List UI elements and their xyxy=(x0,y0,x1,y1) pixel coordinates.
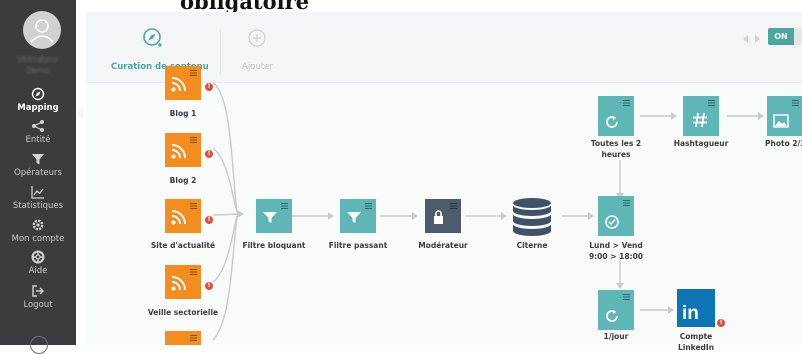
node-label-1-jour: 1/jour xyxy=(603,332,629,341)
image-icon xyxy=(773,114,789,128)
node-menu-icon[interactable] xyxy=(623,100,630,106)
node-label-blog-1: Blog 1 xyxy=(169,109,197,118)
rss-icon xyxy=(171,144,186,159)
node-label-veille-sectorielle: Veille sectorielle xyxy=(147,308,219,317)
node-menu-icon[interactable] xyxy=(190,70,197,76)
node-menu-icon[interactable] xyxy=(190,335,197,341)
node-menu-icon[interactable] xyxy=(190,269,197,275)
node-moderateur[interactable] xyxy=(425,199,461,233)
filter-icon xyxy=(347,212,361,223)
node-label-lund-vend: Lund > Vend 9:00 > 18:00 xyxy=(578,240,654,262)
linkedin-icon: in xyxy=(682,303,699,322)
node-veille-sectorielle[interactable]: ! xyxy=(165,265,213,299)
node-menu-icon[interactable] xyxy=(623,294,630,300)
lock-icon xyxy=(434,210,443,224)
node-label-filtre-bloquant: Filtre bloquant xyxy=(242,241,306,250)
node-label-blog-2: Blog 2 xyxy=(169,176,197,185)
node-menu-icon[interactable] xyxy=(281,203,288,209)
alert-badge: ! xyxy=(205,216,213,224)
node-label-line: 9:00 > 18:00 xyxy=(588,252,644,261)
hashtag-icon xyxy=(693,112,707,128)
node-label-hashtagueur: Hashtagueur xyxy=(673,139,729,148)
node-label-filtre-passant: Filtre passant xyxy=(328,241,388,250)
node-label-photo: Photo 2/3 xyxy=(765,139,802,148)
node-blog-1[interactable]: ! xyxy=(165,66,213,100)
node-label-line: Compte xyxy=(679,332,713,341)
alert-badge: ! xyxy=(205,282,213,290)
node-label-compte-linkedin: Compte LinkedIn xyxy=(664,331,728,353)
node-menu-icon[interactable] xyxy=(623,200,630,206)
database-icon[interactable] xyxy=(511,197,553,237)
node-menu-icon[interactable] xyxy=(365,203,372,209)
node-menu-icon[interactable] xyxy=(450,203,457,209)
node-label-toutes-les-2-heures: Toutes les 2 heures xyxy=(580,138,652,160)
node-menu-icon[interactable] xyxy=(190,137,197,143)
node-menu-icon[interactable] xyxy=(190,203,197,209)
node-label-line: heures xyxy=(601,150,631,159)
node-label-moderateur: Modérateur xyxy=(418,241,468,250)
node-label-line: Lund > Vend xyxy=(589,241,643,250)
node-label-line: LinkedIn xyxy=(677,343,715,352)
node-blog-2[interactable]: ! xyxy=(165,133,213,167)
filter-icon xyxy=(263,212,277,223)
rss-icon xyxy=(171,276,186,291)
refresh-icon xyxy=(606,310,618,322)
node-label-citerne: Citerne xyxy=(516,241,548,250)
node-compte-linkedin[interactable]: in ! xyxy=(677,289,725,327)
alert-badge: ! xyxy=(205,83,213,91)
alert-badge: ! xyxy=(717,319,725,327)
node-menu-icon[interactable] xyxy=(708,100,715,106)
clock-icon xyxy=(605,215,619,229)
node-photo[interactable] xyxy=(767,96,802,136)
svg-text:in: in xyxy=(682,303,699,322)
node-source-5[interactable] xyxy=(165,331,201,345)
refresh-icon xyxy=(606,116,618,128)
alert-badge: ! xyxy=(205,150,213,158)
node-label-line: Toutes les 2 xyxy=(590,139,642,148)
node-1-jour[interactable] xyxy=(598,290,634,330)
rss-icon xyxy=(171,77,186,92)
node-lund-vend[interactable] xyxy=(598,196,634,236)
node-label-site-actualite: Site d'actualité xyxy=(150,241,216,250)
node-site-actualite[interactable]: ! xyxy=(165,199,213,233)
rss-icon xyxy=(171,210,186,225)
node-filtre-passant[interactable] xyxy=(340,199,376,233)
node-menu-icon[interactable] xyxy=(792,100,799,106)
node-hashtagueur[interactable] xyxy=(683,96,719,136)
node-toutes-les-2-heures[interactable] xyxy=(598,96,634,136)
node-filtre-bloquant[interactable] xyxy=(256,199,292,233)
